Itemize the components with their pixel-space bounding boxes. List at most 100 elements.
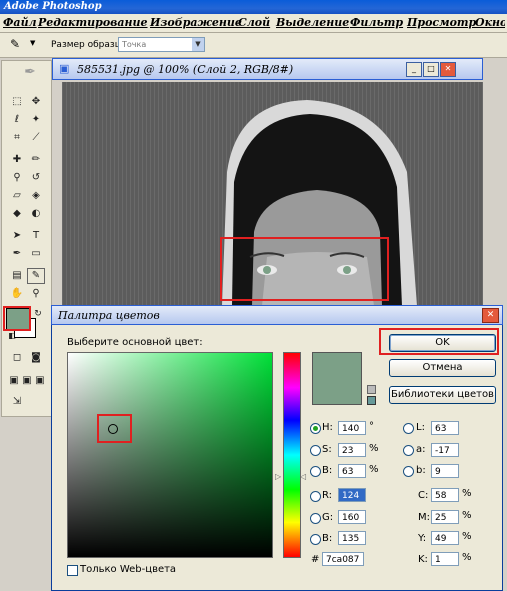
magic-wand-icon[interactable]: ✦	[28, 113, 44, 127]
c-input[interactable]: 58	[431, 488, 459, 502]
chevron-down-icon[interactable]: ▼	[192, 38, 204, 51]
rgb-b-input[interactable]: 135	[338, 531, 366, 545]
radio-rgb-b[interactable]	[310, 534, 321, 545]
radio-b[interactable]	[310, 466, 321, 477]
close-icon[interactable]: ✕	[440, 62, 456, 77]
c-label: C:	[418, 490, 429, 501]
hex-input[interactable]: 7ca087	[322, 552, 364, 566]
dodge-icon[interactable]: ◐	[28, 207, 44, 221]
radio-s[interactable]	[310, 445, 321, 456]
menu-filter[interactable]: Фильтр	[350, 16, 403, 29]
jump-to-imageready-icon[interactable]: ⇲	[9, 395, 25, 409]
hue-slider-left-arrow-icon[interactable]: ▷	[275, 472, 281, 481]
quick-mask-icon[interactable]: ◙	[28, 351, 44, 365]
color-field-highlight	[97, 414, 132, 443]
close-icon[interactable]: ✕	[482, 308, 499, 323]
photoshop-doc-icon: ▣	[59, 62, 70, 75]
color-libraries-button[interactable]: Библиотеки цветов	[389, 386, 496, 404]
k-label: K:	[418, 554, 428, 565]
color-field[interactable]	[67, 352, 273, 558]
crop-icon[interactable]: ⌗	[9, 131, 25, 145]
menu-image[interactable]: Изображение	[150, 16, 242, 29]
k-unit: %	[462, 552, 472, 563]
web-only-checkbox[interactable]	[67, 565, 78, 576]
document-title-bar: ▣ 585531.jpg @ 100% (Слой 2, RGB/8#) _ □…	[52, 58, 483, 80]
sample-size-select[interactable]: Точка ▼	[118, 37, 205, 52]
radio-l[interactable]	[403, 423, 414, 434]
menu-edit[interactable]: Редактирование	[38, 16, 148, 29]
b-unit: %	[369, 464, 379, 475]
clone-stamp-icon[interactable]: ⚲	[9, 171, 25, 185]
radio-g[interactable]	[310, 513, 321, 524]
toolbox: ✒ ⬚ ✥ ℓ ✦ ⌗ ⟋ ✚ ✏ ⚲ ↺ ▱ ◈ ◆ ◐ ➤ T ✒ ▭ ▤ …	[1, 60, 52, 417]
screen-mode-3-icon[interactable]: ▣	[32, 374, 48, 388]
k-input[interactable]: 1	[431, 552, 459, 566]
minimize-icon[interactable]: _	[406, 62, 422, 77]
paint-bucket-icon[interactable]: ◈	[28, 189, 44, 203]
type-icon[interactable]: T	[28, 229, 44, 243]
radio-h[interactable]	[310, 423, 321, 434]
m-label: M:	[418, 512, 430, 523]
hand-icon[interactable]: ✋	[9, 287, 25, 301]
lasso-icon[interactable]: ℓ	[9, 113, 25, 127]
options-bar: ✎ ▼ Размер образца: Точка ▼	[0, 33, 507, 58]
s-input[interactable]: 23	[338, 443, 366, 457]
zoom-icon[interactable]: ⚲	[28, 287, 44, 301]
hex-label: #	[311, 554, 320, 565]
eyedropper-tool-icon[interactable]: ✎	[27, 268, 45, 284]
lab-b-label: b:	[416, 465, 426, 476]
app-title: Adobe Photoshop	[4, 1, 102, 12]
menu-select[interactable]: Выделение	[276, 16, 349, 29]
menu-layer[interactable]: Слой	[238, 16, 270, 29]
radio-lab-b[interactable]	[403, 466, 414, 477]
slice-icon[interactable]: ⟋	[28, 131, 44, 145]
maximize-icon[interactable]: □	[423, 62, 439, 77]
c-unit: %	[462, 488, 472, 499]
m-input[interactable]: 25	[431, 510, 459, 524]
a-input[interactable]: -17	[431, 443, 459, 457]
web-safe-warning-icon[interactable]	[367, 385, 376, 394]
s-unit: %	[369, 443, 379, 454]
l-label: L:	[416, 422, 425, 433]
menu-view[interactable]: Просмотр	[407, 16, 476, 29]
path-select-icon[interactable]: ➤	[9, 229, 25, 243]
b-input[interactable]: 63	[338, 464, 366, 478]
s-label: S:	[322, 444, 332, 455]
y-input[interactable]: 49	[431, 531, 459, 545]
radio-a[interactable]	[403, 445, 414, 456]
healing-brush-icon[interactable]: ✚	[9, 153, 25, 167]
hue-slider-right-arrow-icon[interactable]: ◁	[300, 472, 306, 481]
b-label: B:	[322, 465, 333, 476]
m-unit: %	[462, 510, 472, 521]
pen-icon[interactable]: ✒	[9, 247, 25, 261]
brush-icon[interactable]: ✏	[28, 153, 44, 167]
standard-mode-icon[interactable]: ◻	[9, 351, 25, 365]
notes-icon[interactable]: ▤	[9, 269, 25, 283]
menu-window[interactable]: Окно	[475, 16, 505, 29]
select-color-label: Выберите основной цвет:	[67, 337, 203, 348]
feather-logo-icon: ✒	[24, 64, 36, 80]
r-input[interactable]: 124	[338, 488, 366, 502]
radio-r[interactable]	[310, 491, 321, 502]
cancel-button[interactable]: Отмена	[389, 359, 496, 377]
h-unit: °	[369, 421, 374, 432]
menu-file[interactable]: Файл	[3, 16, 37, 29]
lab-b-input[interactable]: 9	[431, 464, 459, 478]
g-input[interactable]: 160	[338, 510, 366, 524]
h-input[interactable]: 140	[338, 421, 366, 435]
g-label: G:	[322, 512, 334, 523]
eraser-icon[interactable]: ▱	[9, 189, 25, 203]
web-only-label: Только Web-цвета	[80, 564, 177, 575]
l-input[interactable]: 63	[431, 421, 459, 435]
document-title: 585531.jpg @ 100% (Слой 2, RGB/8#)	[77, 63, 294, 76]
marquee-icon[interactable]: ⬚	[9, 95, 25, 109]
new-color-swatch	[312, 352, 362, 405]
web-safe-color-swatch[interactable]	[367, 396, 376, 405]
blur-icon[interactable]: ◆	[9, 207, 25, 221]
shape-icon[interactable]: ▭	[28, 247, 44, 261]
move-icon[interactable]: ✥	[28, 95, 44, 109]
tool-preset-arrow-icon[interactable]: ▼	[30, 39, 35, 47]
history-brush-icon[interactable]: ↺	[28, 171, 44, 185]
hue-slider[interactable]	[283, 352, 301, 558]
eyedropper-icon[interactable]: ✎	[10, 37, 20, 51]
